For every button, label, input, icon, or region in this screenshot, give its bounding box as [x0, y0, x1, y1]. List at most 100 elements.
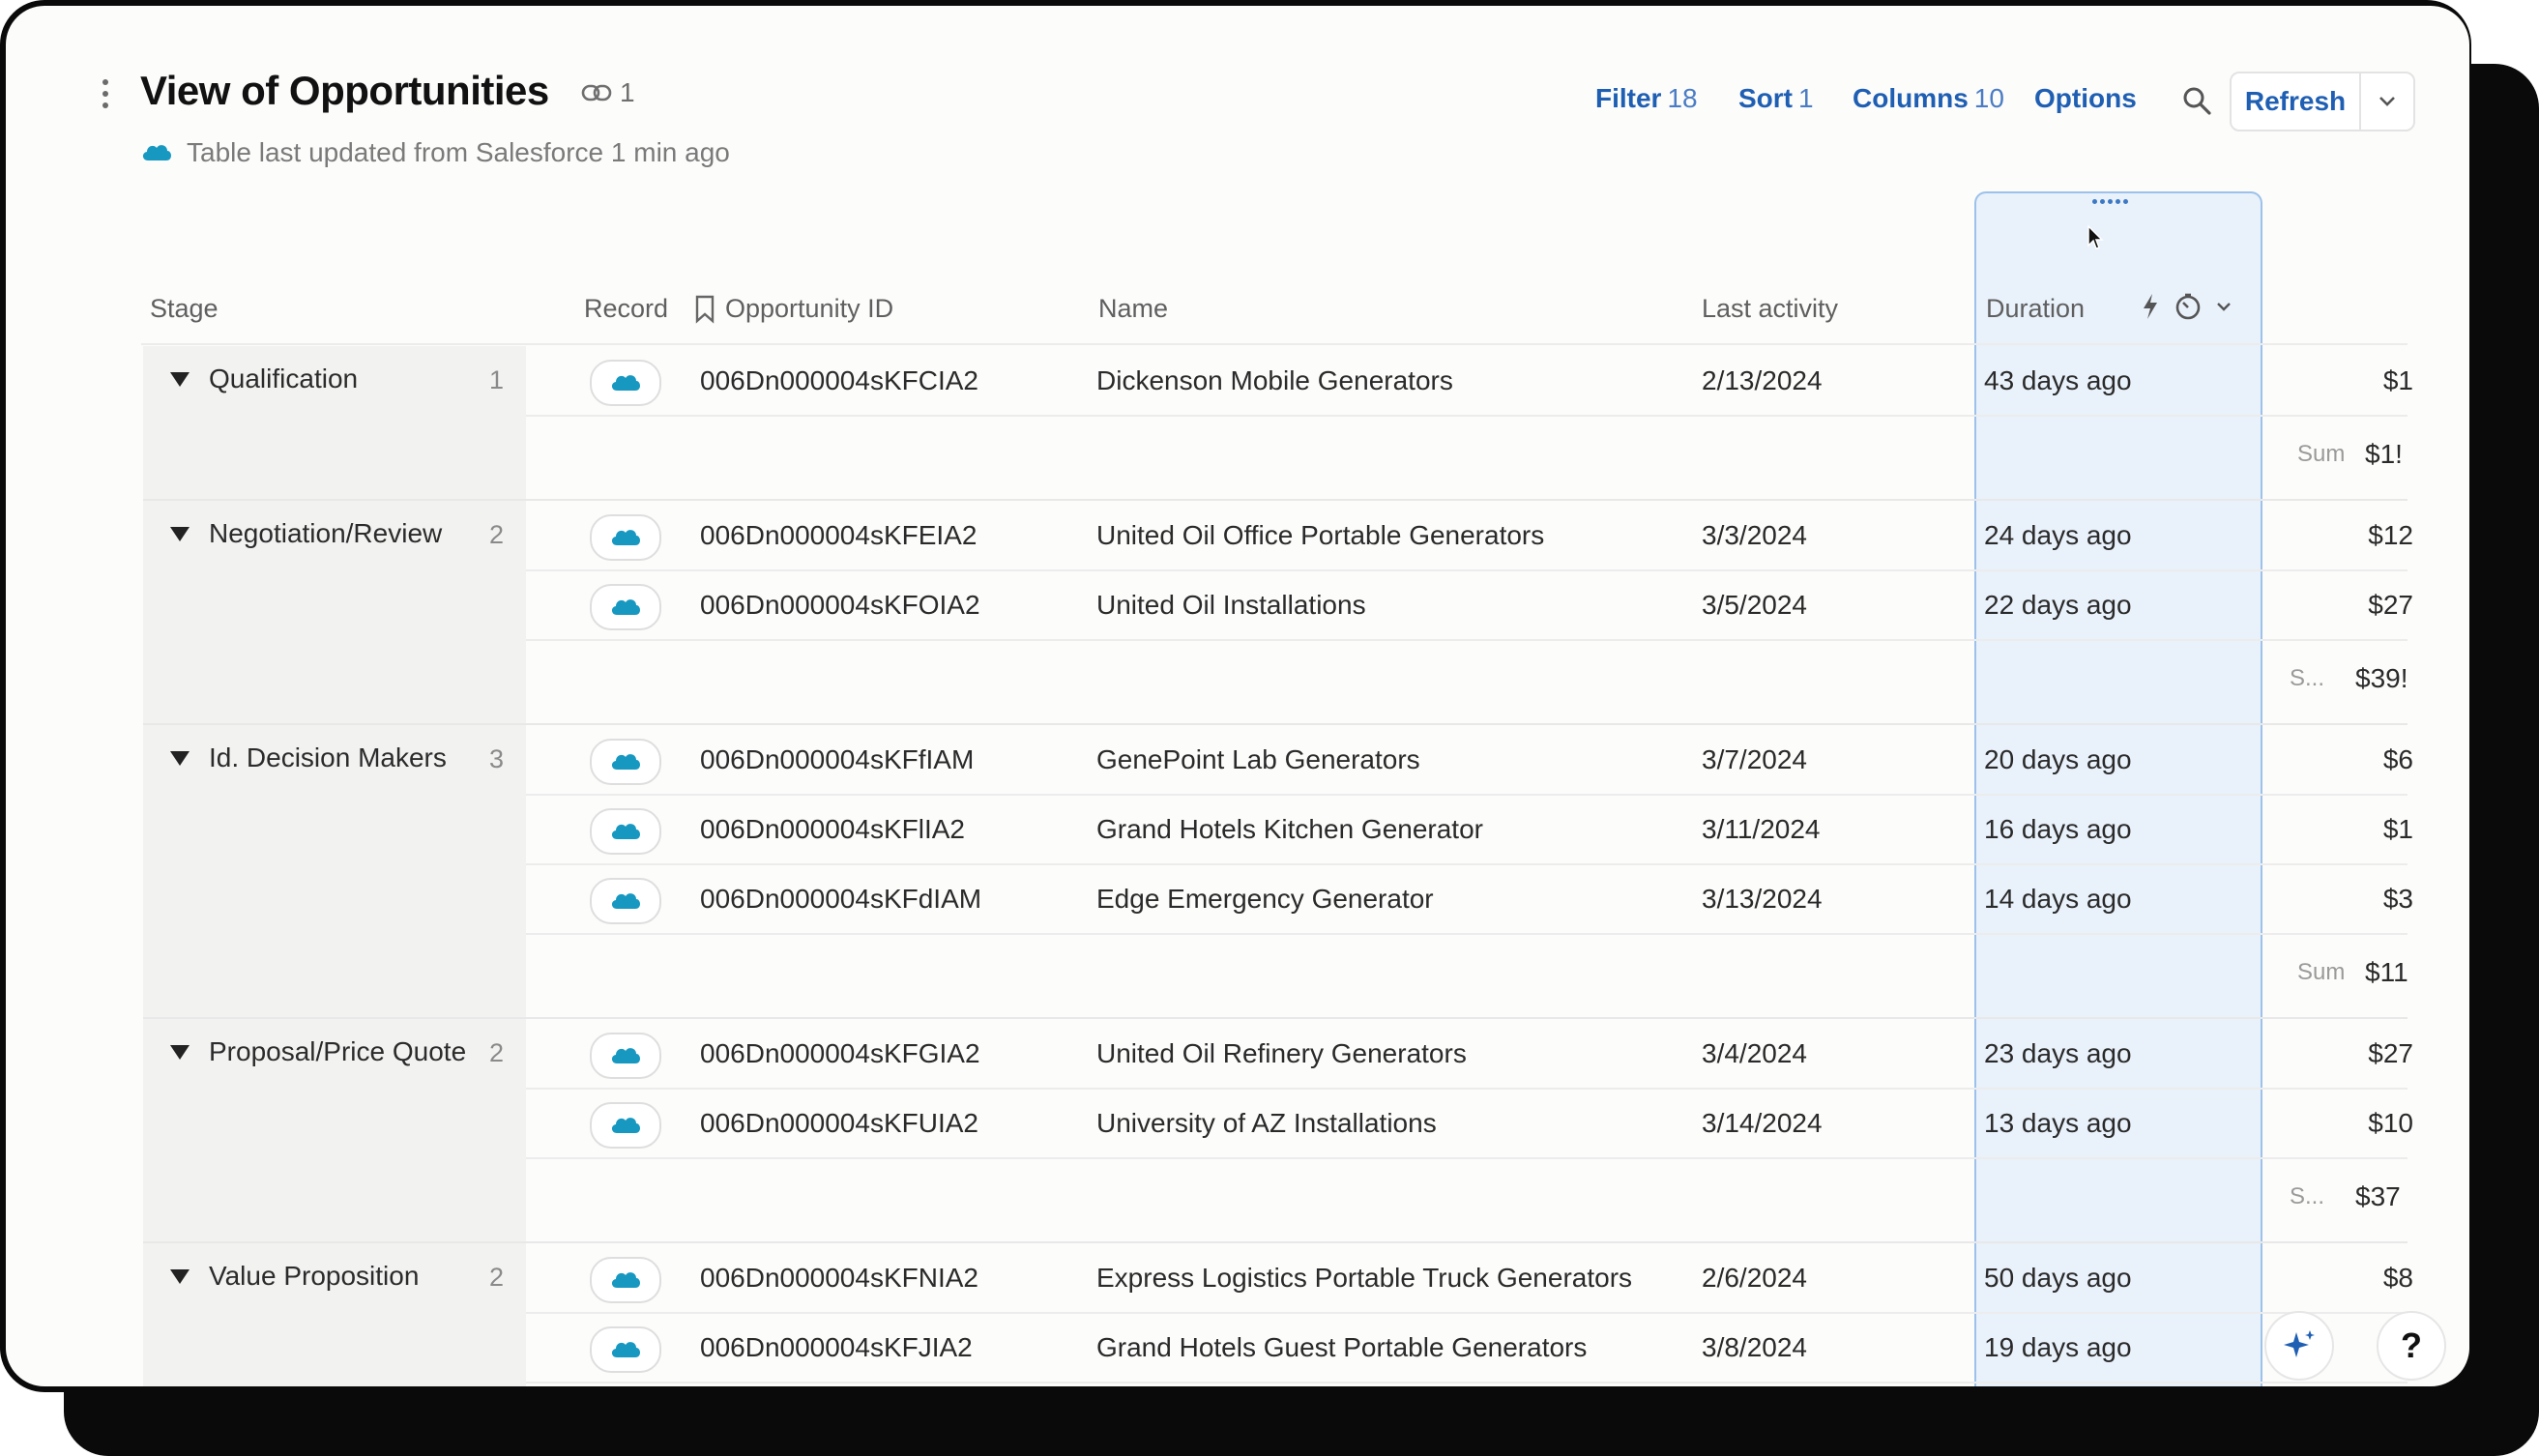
lightning-icon[interactable]	[2141, 292, 2160, 321]
column-drag-handle[interactable]	[2092, 199, 2131, 207]
chevron-down-icon	[2379, 97, 2395, 106]
opportunity-id-cell[interactable]: 006Dn000004sKFdIAM	[700, 884, 981, 915]
collapse-triangle-icon	[170, 1044, 190, 1060]
last-activity-cell[interactable]: 3/14/2024	[1702, 1108, 1823, 1139]
opportunity-id-cell[interactable]: 006Dn000004sKFGIA2	[700, 1038, 980, 1069]
group-count: 1	[489, 365, 505, 394]
record-link-button[interactable]	[590, 1326, 661, 1373]
opportunity-id-cell[interactable]: 006Dn000004sKFCIA2	[700, 365, 978, 396]
group-toggle[interactable]: Value Proposition	[170, 1261, 419, 1292]
opportunity-id-cell[interactable]: 006Dn000004sKFJIA2	[700, 1332, 973, 1363]
name-cell[interactable]: Grand Hotels Guest Portable Generators	[1096, 1332, 1587, 1363]
name-cell[interactable]: Edge Emergency Generator	[1096, 884, 1434, 915]
refresh-button[interactable]: Refresh	[2232, 73, 2361, 130]
name-cell[interactable]: Express Logistics Portable Truck Generat…	[1096, 1263, 1632, 1294]
duration-cell[interactable]: 16 days ago	[1984, 814, 2132, 845]
opportunity-id-cell[interactable]: 006Dn000004sKFNIA2	[700, 1263, 978, 1294]
record-link-button[interactable]	[590, 1033, 661, 1079]
name-cell[interactable]: University of AZ Installations	[1096, 1108, 1437, 1139]
opportunity-id-cell[interactable]: 006Dn000004sKFlIA2	[700, 814, 965, 845]
kebab-menu-icon[interactable]	[95, 79, 116, 114]
sum-value: $39!	[2355, 663, 2408, 693]
name-cell[interactable]: GenePoint Lab Generators	[1096, 744, 1420, 775]
record-link-button[interactable]	[590, 584, 661, 630]
opportunity-id-cell[interactable]: 006Dn000004sKFUIA2	[700, 1108, 978, 1139]
name-cell[interactable]: United Oil Office Portable Generators	[1096, 520, 1544, 551]
last-activity-cell[interactable]: 3/8/2024	[1702, 1332, 1807, 1363]
amount-cell[interactable]: $27	[2322, 590, 2413, 621]
name-cell[interactable]: Dickenson Mobile Generators	[1096, 365, 1453, 396]
amount-cell[interactable]: $1	[2322, 814, 2413, 845]
name-cell[interactable]: Grand Hotels Kitchen Generator	[1096, 814, 1483, 845]
duration-cell[interactable]: 24 days ago	[1984, 520, 2132, 551]
options-button[interactable]: Options	[2034, 83, 2137, 114]
help-button[interactable]: ?	[2377, 1311, 2446, 1381]
group-toggle[interactable]: Negotiation/Review	[170, 518, 442, 549]
duration-cell[interactable]: 20 days ago	[1984, 744, 2132, 775]
last-activity-cell[interactable]: 3/3/2024	[1702, 520, 1807, 551]
duration-cell[interactable]: 22 days ago	[1984, 590, 2132, 621]
group-label: Negotiation/Review	[209, 518, 443, 548]
link-counter[interactable]: 1	[581, 77, 635, 108]
amount-cell[interactable]: $3	[2322, 884, 2413, 915]
column-header-stage[interactable]: Stage	[150, 294, 219, 324]
group-toggle[interactable]: Id. Decision Makers	[170, 743, 447, 773]
link-count-value: 1	[620, 77, 635, 107]
duration-cell[interactable]: 19 days ago	[1984, 1332, 2132, 1363]
bookmark-icon	[695, 295, 715, 324]
last-activity-cell[interactable]: 3/7/2024	[1702, 744, 1807, 775]
last-activity-cell[interactable]: 3/11/2024	[1702, 814, 1821, 845]
last-activity-cell[interactable]: 3/5/2024	[1702, 590, 1807, 621]
column-header-last-activity[interactable]: Last activity	[1702, 294, 1838, 324]
sort-button[interactable]: Sort 1	[1738, 83, 1814, 114]
opportunity-id-cell[interactable]: 006Dn000004sKFEIA2	[700, 520, 977, 551]
chevron-down-icon[interactable]	[2216, 301, 2232, 312]
record-link-button[interactable]	[590, 360, 661, 406]
window-frame: View of Opportunities 1 Table last updat…	[0, 0, 2471, 1392]
record-link-button[interactable]	[590, 514, 661, 561]
sort-count: 1	[1798, 83, 1814, 113]
filter-button[interactable]: Filter 18	[1595, 83, 1698, 114]
mouse-pointer-icon	[2087, 224, 2104, 249]
record-link-button[interactable]	[590, 808, 661, 855]
duration-cell[interactable]: 14 days ago	[1984, 884, 2132, 915]
app-surface: View of Opportunities 1 Table last updat…	[6, 6, 2469, 1386]
duration-cell[interactable]: 23 days ago	[1984, 1038, 2132, 1069]
name-cell[interactable]: United Oil Refinery Generators	[1096, 1038, 1467, 1069]
column-header-duration[interactable]: Duration	[1986, 294, 2085, 324]
duration-cell[interactable]: 43 days ago	[1984, 365, 2132, 396]
last-activity-cell[interactable]: 2/6/2024	[1702, 1263, 1807, 1294]
column-header-record[interactable]: Record	[584, 294, 668, 324]
group-toggle[interactable]: Proposal/Price Quote	[170, 1036, 466, 1067]
ai-assistant-button[interactable]	[2264, 1311, 2334, 1381]
timer-icon[interactable]	[2174, 292, 2203, 321]
last-activity-cell[interactable]: 3/13/2024	[1702, 884, 1823, 915]
opportunity-id-cell[interactable]: 006Dn000004sKFfIAM	[700, 744, 974, 775]
sum-label: Sum	[2297, 441, 2346, 467]
column-header-opportunity-id[interactable]: Opportunity ID	[694, 294, 893, 324]
amount-cell[interactable]: $27	[2322, 1038, 2413, 1069]
last-activity-cell[interactable]: 2/13/2024	[1702, 365, 1823, 396]
duration-cell[interactable]: 50 days ago	[1984, 1263, 2132, 1294]
group-label: Id. Decision Makers	[209, 743, 447, 772]
duration-cell[interactable]: 13 days ago	[1984, 1108, 2132, 1139]
search-button[interactable]	[2168, 73, 2226, 128]
amount-cell[interactable]: $10	[2322, 1108, 2413, 1139]
refresh-menu-button[interactable]	[2361, 73, 2413, 130]
column-header-name[interactable]: Name	[1098, 294, 1168, 324]
name-cell[interactable]: United Oil Installations	[1096, 590, 1366, 621]
amount-cell[interactable]: $8	[2322, 1263, 2413, 1294]
record-link-button[interactable]	[590, 1257, 661, 1303]
amount-cell[interactable]: $1	[2322, 365, 2413, 396]
record-link-button[interactable]	[590, 878, 661, 924]
opportunity-id-cell[interactable]: 006Dn000004sKFOIA2	[700, 590, 980, 621]
amount-cell[interactable]: $12	[2322, 520, 2413, 551]
amount-cell[interactable]: $6	[2322, 744, 2413, 775]
columns-button[interactable]: Columns 10	[1853, 83, 2004, 114]
sum-value: $37	[2355, 1181, 2401, 1211]
group-toggle[interactable]: Qualification	[170, 364, 358, 394]
row-divider	[526, 1382, 2408, 1383]
last-activity-cell[interactable]: 3/4/2024	[1702, 1038, 1807, 1069]
record-link-button[interactable]	[590, 1102, 661, 1149]
record-link-button[interactable]	[590, 739, 661, 785]
